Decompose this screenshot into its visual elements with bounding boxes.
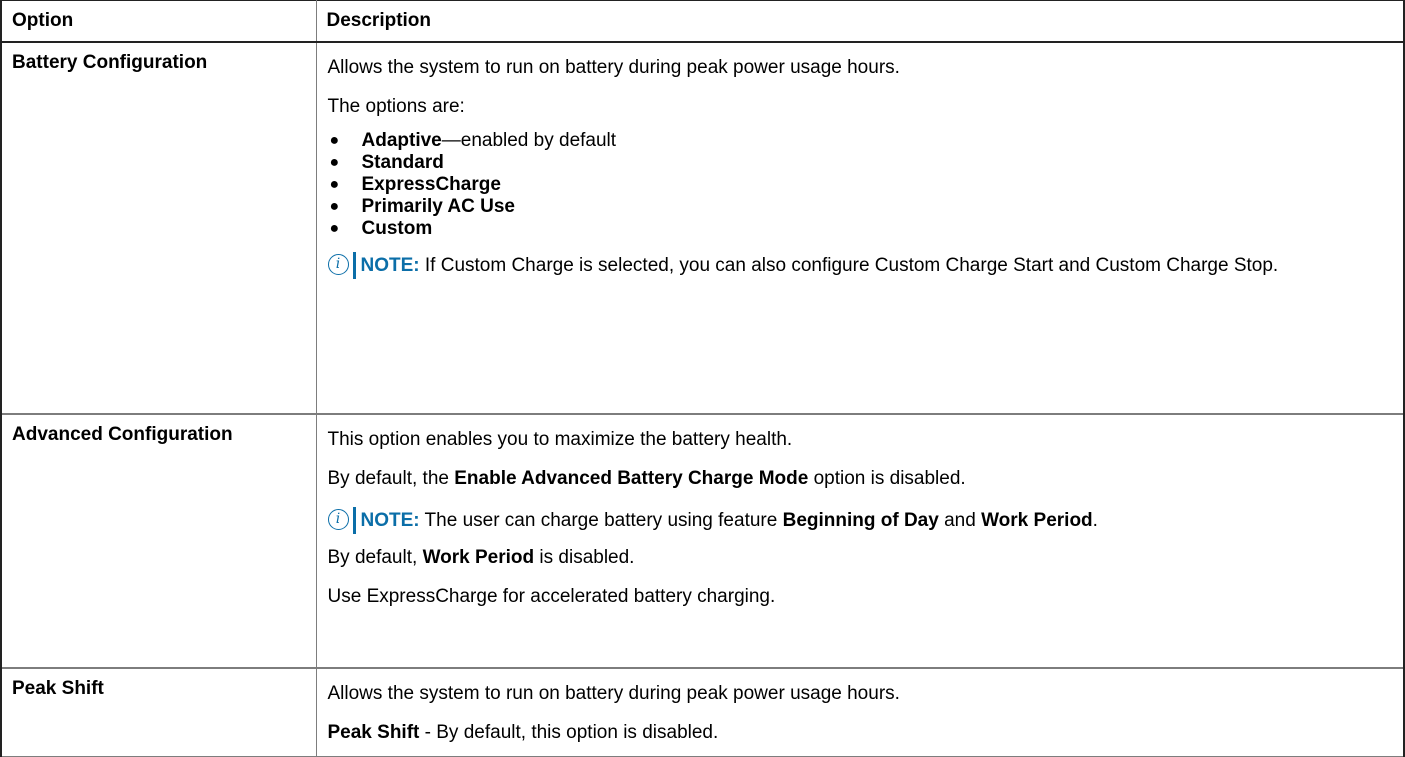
column-header-option: Option (0, 0, 317, 43)
note-body: NOTE: If Custom Charge is selected, you … (352, 252, 1278, 279)
description-text: Allows the system to run on battery duri… (327, 57, 900, 78)
description-text: The options are: (327, 96, 465, 117)
list-item: ● Standard (329, 152, 444, 173)
options-list: ● Adaptive—enabled by default ● Standard ●… (328, 130, 1394, 240)
list-item: ● Custom (329, 218, 433, 239)
note-callout: i NOTE: If Custom Charge is selected, yo… (327, 252, 1394, 279)
info-icon: i (327, 254, 349, 275)
list-item: ● Adaptive—enabled by default (329, 130, 617, 151)
option-description: Allows the system to run on battery duri… (315, 667, 1405, 757)
table-header-row: Option Description (0, 0, 1405, 43)
bullet-icon: ● (329, 176, 340, 193)
list-item: ● Primarily AC Use (329, 196, 515, 217)
option-name: Battery Configuration (0, 42, 317, 415)
note-label: NOTE: (360, 510, 420, 531)
note-body: NOTE: The user can charge battery using … (352, 507, 1098, 534)
description-text: Allows the system to run on battery duri… (327, 683, 900, 704)
note-label: NOTE: (360, 255, 420, 276)
bullet-icon: ● (329, 198, 340, 215)
options-table: Option Description Battery Configuration… (0, 0, 1405, 757)
bullet-icon: ● (329, 220, 340, 237)
description-text: This option enables you to maximize the … (327, 429, 793, 450)
option-name: Peak Shift (0, 667, 317, 757)
note-callout: i NOTE: The user can charge battery usin… (327, 507, 1394, 534)
description-text: Peak Shift - By default, this option is … (327, 722, 719, 743)
table-row: Peak Shift Allows the system to run on b… (0, 667, 1405, 757)
list-item: ● ExpressCharge (329, 174, 501, 195)
description-text: By default, Work Period is disabled. (327, 547, 635, 568)
option-description: This option enables you to maximize the … (315, 413, 1405, 669)
option-name: Advanced Configuration (0, 413, 317, 669)
table-row: Battery Configuration Allows the system … (0, 42, 1405, 415)
table-row: Advanced Configuration This option enabl… (0, 413, 1405, 669)
bullet-icon: ● (329, 132, 340, 149)
info-icon: i (327, 509, 349, 530)
bullet-icon: ● (329, 154, 340, 171)
column-header-description: Description (315, 0, 1405, 43)
option-description: Allows the system to run on battery duri… (315, 42, 1405, 415)
description-text: By default, the Enable Advanced Battery … (327, 468, 966, 489)
description-text: Use ExpressCharge for accelerated batter… (327, 586, 776, 607)
